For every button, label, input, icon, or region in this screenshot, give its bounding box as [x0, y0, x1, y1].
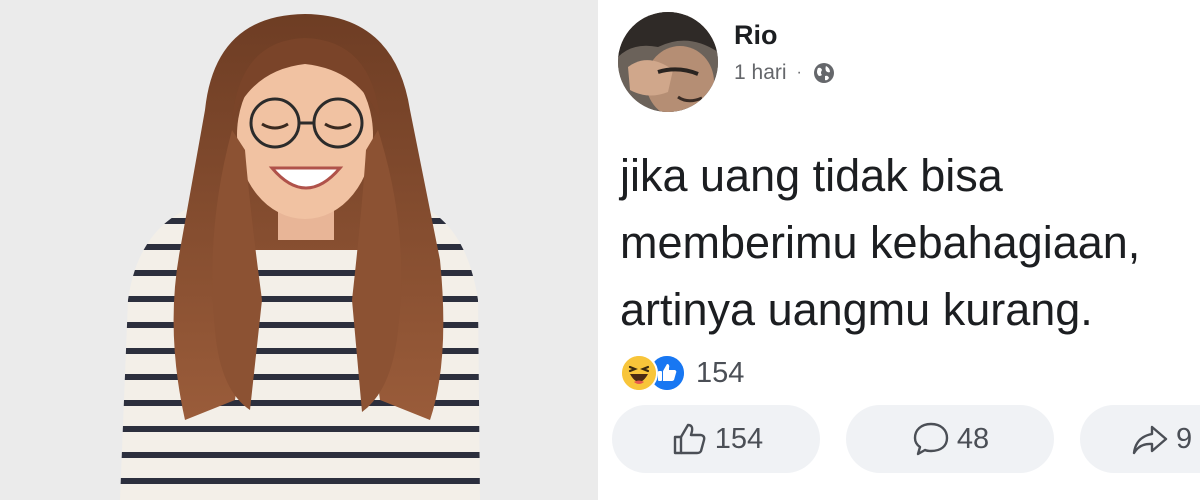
reaction-count: 154 — [696, 356, 745, 389]
reaction-summary[interactable]: 154 — [620, 354, 744, 392]
like-button[interactable]: 154 — [612, 405, 820, 473]
comment-bubble-icon — [913, 422, 949, 456]
avatar[interactable] — [618, 12, 718, 112]
share-count: 9 — [1176, 422, 1193, 455]
social-post: Rio 1 hari · jika uang tidak bisa member… — [602, 0, 1200, 500]
comment-count: 48 — [956, 422, 990, 455]
share-button[interactable]: 9 — [1080, 405, 1200, 473]
post-text: jika uang tidak bisa memberimu kebahagia… — [620, 150, 1141, 335]
avatar-image — [618, 12, 718, 112]
laughing-woman-photo — [0, 0, 598, 500]
photo-illustration — [0, 0, 598, 500]
like-count: 154 — [714, 422, 764, 455]
globe-icon[interactable] — [812, 61, 836, 85]
share-arrow-icon — [1132, 425, 1168, 455]
meta-separator: · — [796, 64, 802, 81]
post-time[interactable]: 1 hari — [734, 61, 787, 85]
post-meta: 1 hari · — [734, 60, 836, 86]
haha-icon — [620, 354, 658, 392]
author-name[interactable]: Rio — [734, 20, 778, 51]
comment-button[interactable]: 48 — [846, 405, 1054, 473]
thumbs-up-icon — [673, 423, 706, 455]
